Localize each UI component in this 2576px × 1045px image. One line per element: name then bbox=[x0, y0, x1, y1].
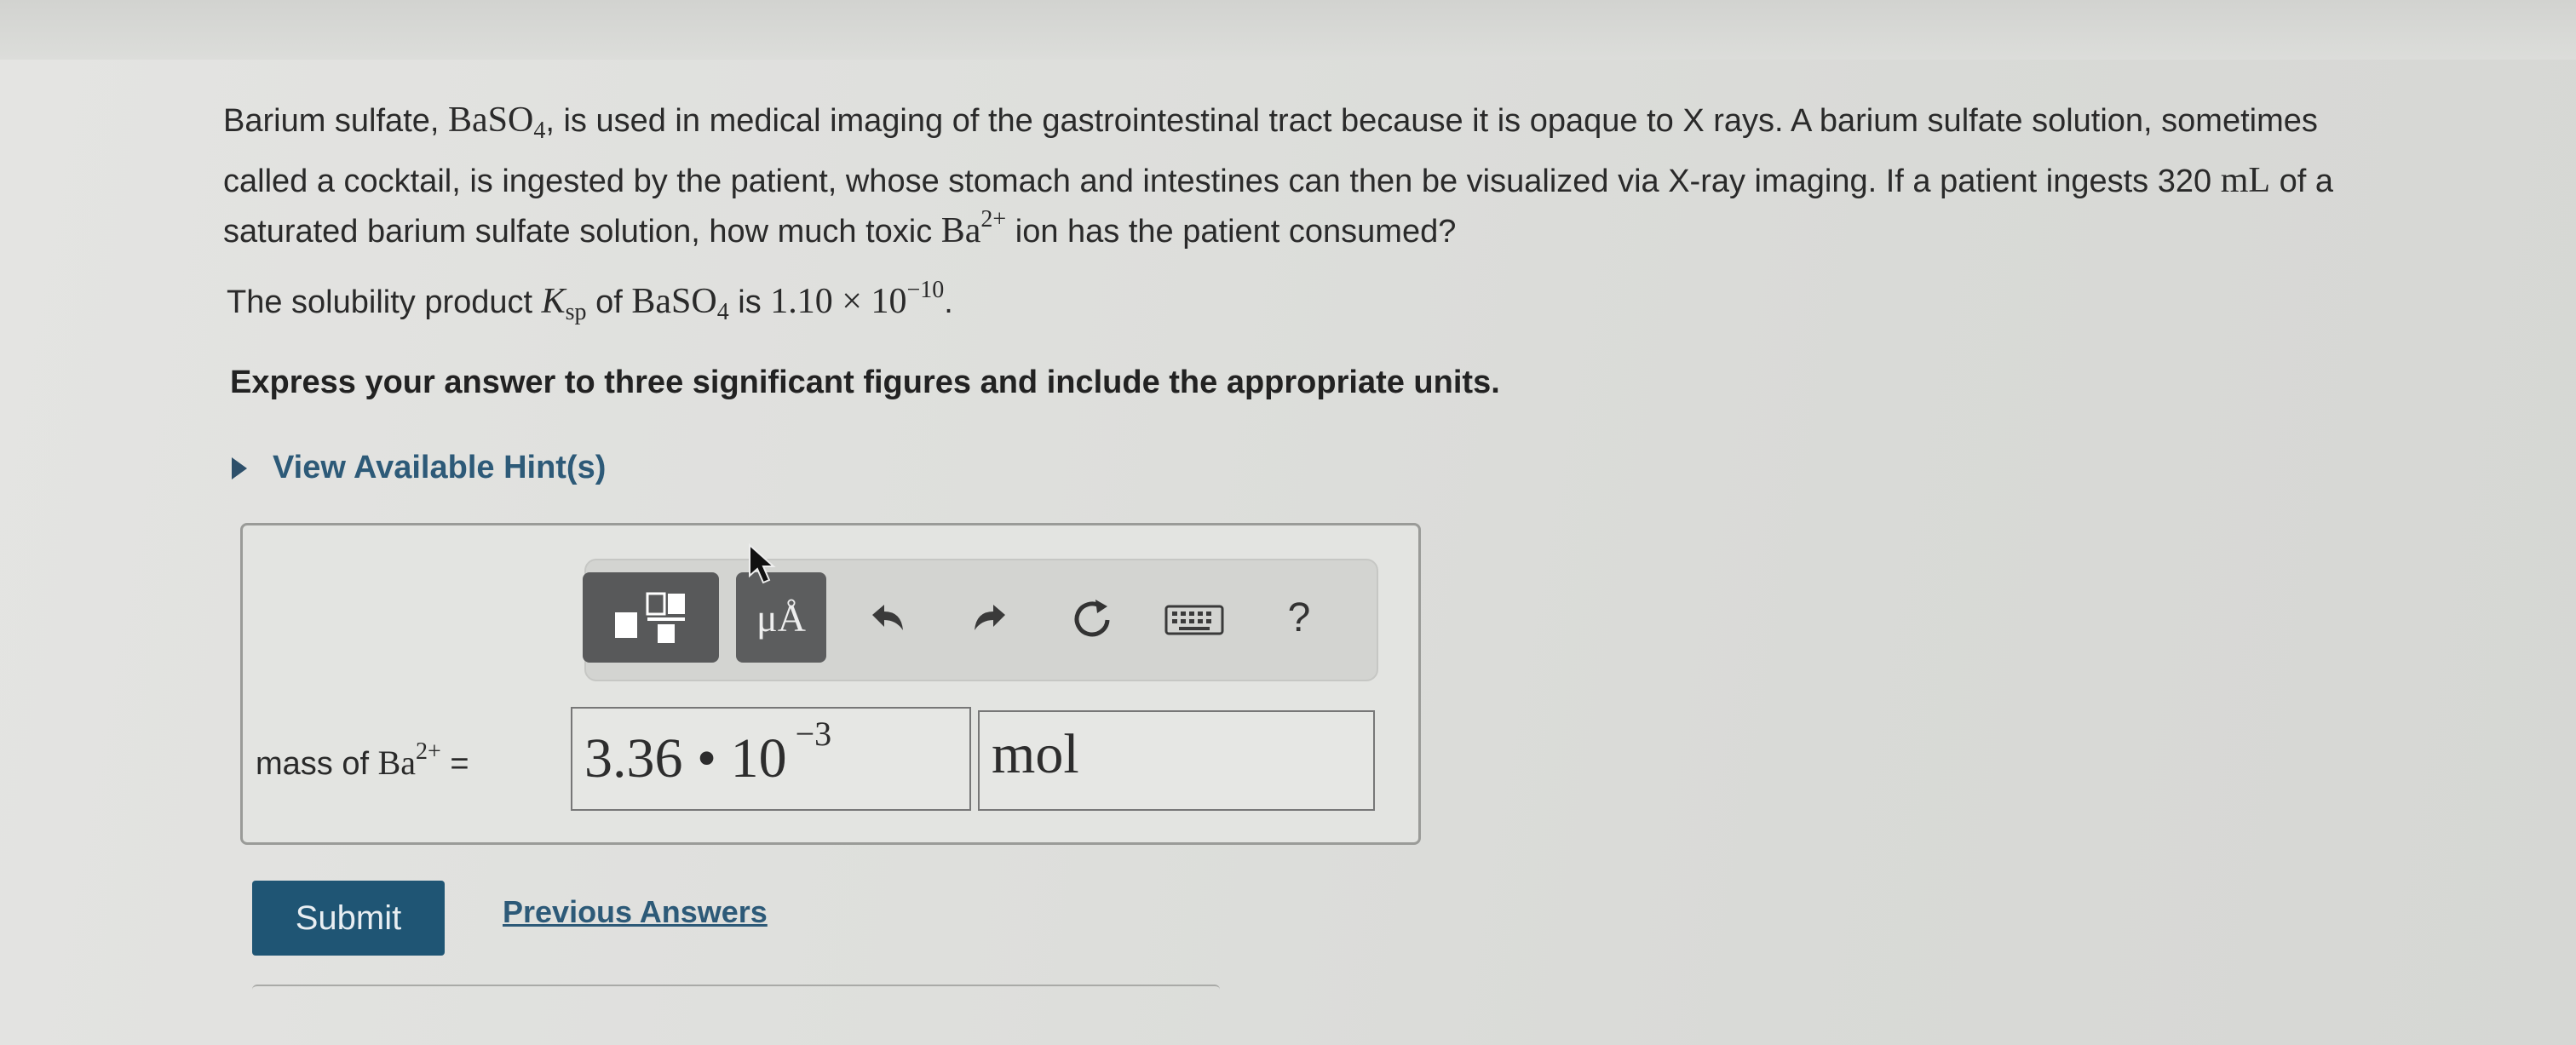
undo-icon bbox=[872, 605, 903, 630]
mouse-pointer-icon bbox=[749, 543, 776, 584]
help-label: ? bbox=[1287, 594, 1311, 640]
submit-button[interactable]: Submit bbox=[252, 881, 445, 956]
problem-statement: Barium sulfate, BaSO4, is used in medica… bbox=[223, 100, 2333, 250]
divider bbox=[252, 985, 1220, 991]
templates-button[interactable] bbox=[583, 572, 719, 663]
mass-label: mass of Ba2+ = bbox=[256, 738, 469, 783]
templates-icon bbox=[615, 592, 685, 643]
redo-button[interactable] bbox=[964, 589, 1015, 647]
reset-button[interactable] bbox=[1067, 589, 1118, 647]
answer-mantissa: 3.36 • 10 bbox=[584, 727, 787, 789]
answer-unit: mol bbox=[992, 723, 1079, 785]
reset-icon bbox=[1074, 600, 1110, 637]
answer-exponent: −3 bbox=[795, 714, 832, 753]
redo-icon bbox=[975, 605, 1005, 630]
undo-button[interactable] bbox=[862, 589, 913, 647]
help-button[interactable]: ? bbox=[1278, 588, 1320, 647]
keyboard-icon bbox=[1164, 605, 1224, 635]
answer-unit-input[interactable]: mol bbox=[978, 710, 1375, 811]
previous-answers-link[interactable]: Previous Answers bbox=[503, 894, 768, 930]
view-hints-toggle[interactable]: View Available Hint(s) bbox=[232, 450, 606, 486]
keyboard-button[interactable] bbox=[1164, 596, 1225, 644]
answer-value-input[interactable]: 3.36 • 10 −3 bbox=[571, 707, 971, 811]
instructions: Express your answer to three significant… bbox=[230, 365, 1500, 400]
top-strip bbox=[0, 0, 2576, 60]
caret-right-icon bbox=[232, 456, 247, 479]
units-label: μÅ bbox=[756, 595, 806, 640]
ksp-statement: The solubility product Ksp of BaSO4 is 1… bbox=[227, 277, 953, 326]
hint-label: View Available Hint(s) bbox=[273, 450, 607, 485]
